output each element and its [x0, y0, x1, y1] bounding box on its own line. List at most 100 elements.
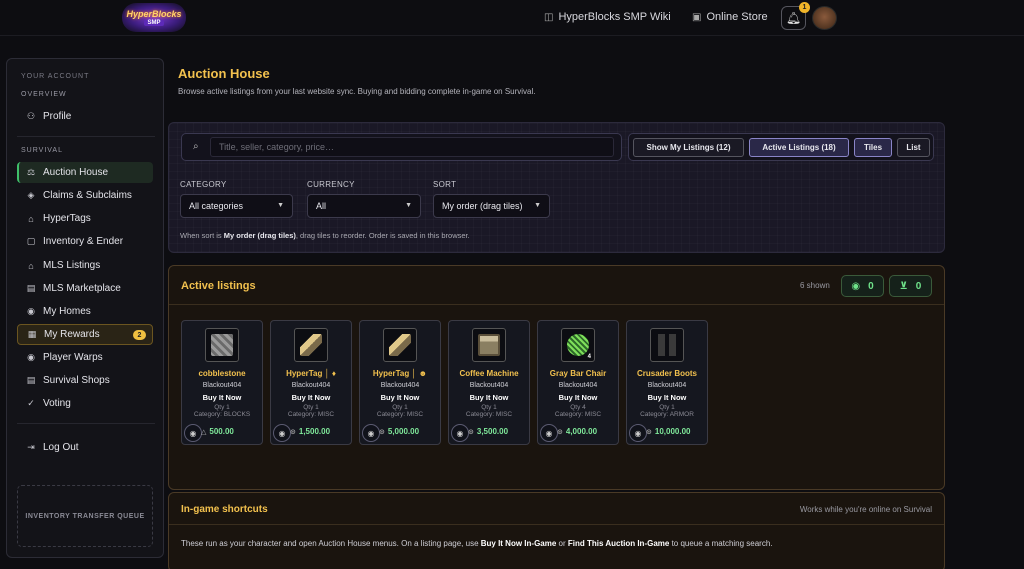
in-game-shortcuts-panel: In-game shortcuts Works while you're onl…: [168, 492, 945, 569]
sort-value: My order (drag tiles): [442, 201, 523, 211]
item-thumbnail: [205, 328, 239, 362]
box-icon: ▢: [26, 236, 36, 246]
logout-button[interactable]: ⇥ Log Out: [17, 437, 153, 458]
active-listings-button[interactable]: Active Listings (18): [749, 138, 849, 157]
eye-icon: ◉: [367, 428, 375, 438]
sidebar-item-label: MLS Listings: [43, 260, 101, 271]
item-sale-mode: Buy It Now: [202, 393, 242, 402]
sidebar-item-label: Inventory & Ender: [43, 236, 124, 247]
sidebar-item-claims[interactable]: ◈ Claims & Subclaims: [17, 185, 153, 206]
cart-button[interactable]: ⊻ 0: [889, 275, 932, 297]
watch-item-button[interactable]: ◉: [273, 424, 291, 442]
watch-item-button[interactable]: ◉: [362, 424, 380, 442]
item-qty: Qty 1: [481, 404, 497, 411]
category-select[interactable]: All categories ▼: [180, 194, 293, 218]
item-price-value: 4,000.00: [565, 427, 598, 436]
search-icon: ⌕: [193, 141, 199, 152]
item-seller: Blackout404: [380, 382, 420, 389]
item-seller: Blackout404: [202, 382, 242, 389]
search-input[interactable]: [210, 137, 614, 157]
sidebar-item-voting[interactable]: ✓ Voting: [17, 393, 153, 414]
gavel-icon: ⚖: [26, 167, 36, 177]
item-seller: Blackout404: [558, 382, 598, 389]
shortcuts-title: In-game shortcuts: [181, 504, 268, 515]
rewards-badge: 2: [133, 330, 146, 340]
listing-card[interactable]: Coffee Machine Blackout404 Buy It Now Qt…: [448, 320, 530, 445]
sidebar-item-label: Profile: [43, 111, 72, 122]
currency-icon: ⊙: [468, 429, 474, 436]
chevron-down-icon: ▼: [405, 202, 412, 209]
buy-it-now-in-game-text: Buy It Now In-Game: [480, 539, 557, 548]
page-title: Auction House: [178, 66, 270, 81]
item-category: Qty 1 Category: MISC: [360, 404, 440, 418]
listing-card[interactable]: Crusader Boots Blackout404 Buy It Now Qt…: [626, 320, 708, 445]
tiles-view-button[interactable]: Tiles: [854, 138, 892, 157]
store-icon: ▣: [692, 11, 702, 23]
item-name: HyperTag │ ♦: [286, 369, 336, 378]
sidebar-item-label: Voting: [43, 398, 71, 409]
store-link[interactable]: ▣ Online Store: [692, 11, 768, 23]
currency-icon: ⊙: [290, 429, 296, 436]
watch-item-button[interactable]: ◉: [184, 424, 202, 442]
top-bar: HyperBlocks SMP ◫ HyperBlocks SMP Wiki ▣…: [0, 0, 1024, 36]
name-tag-icon: [300, 334, 322, 356]
item-category-text: Category: MISC: [465, 411, 513, 418]
item-qty: Qty 1: [392, 404, 408, 411]
eye-icon: ◉: [189, 428, 197, 438]
sidebar-item-mls-marketplace[interactable]: ▤ MLS Marketplace: [17, 278, 153, 299]
bell-icon: 🔔︎: [785, 11, 802, 25]
wiki-link[interactable]: ◫ HyperBlocks SMP Wiki: [544, 11, 671, 23]
sort-note-suffix: , drag tiles to reorder. Order is saved …: [295, 231, 470, 240]
item-seller: Blackout404: [469, 382, 509, 389]
watch-item-button[interactable]: ◉: [540, 424, 558, 442]
item-thumbnail: [650, 328, 684, 362]
item-price-value: 5,000.00: [387, 427, 420, 436]
sidebar-item-my-homes[interactable]: ◉ My Homes: [17, 301, 153, 322]
listing-card[interactable]: HyperTag │ ☻ Blackout404 Buy It Now Qty …: [359, 320, 441, 445]
view-button-group: Show My Listings (12) Active Listings (1…: [628, 133, 934, 161]
site-logo[interactable]: HyperBlocks SMP: [122, 3, 186, 32]
item-category-text: Category: MISC: [287, 411, 335, 418]
sidebar-item-inventory[interactable]: ▢ Inventory & Ender: [17, 231, 153, 252]
item-qty: Qty 1: [303, 404, 319, 411]
sidebar-item-player-warps[interactable]: ◉ Player Warps: [17, 347, 153, 368]
sort-note-bold: My order (drag tiles): [223, 231, 296, 240]
sidebar-item-hypertags[interactable]: ⌂ HyperTags: [17, 208, 153, 229]
currency-value: All: [316, 201, 327, 211]
sidebar-item-my-rewards[interactable]: ▦ My Rewards 2: [17, 324, 153, 345]
user-avatar[interactable]: [812, 6, 837, 30]
sidebar-item-label: Claims & Subclaims: [43, 190, 132, 201]
shortcuts-hint: Works while you're online on Survival: [799, 505, 932, 514]
watchlist-button[interactable]: ◉ 0: [841, 275, 884, 297]
divider: [17, 423, 155, 424]
listing-card[interactable]: cobblestone Blackout404 Buy It Now Qty 1…: [181, 320, 263, 445]
sort-select[interactable]: My order (drag tiles) ▼: [433, 194, 550, 218]
watch-item-button[interactable]: ◉: [629, 424, 647, 442]
sidebar-item-profile[interactable]: ⚇ Profile: [17, 106, 153, 127]
sidebar-item-survival-shops[interactable]: ▤ Survival Shops: [17, 370, 153, 391]
wiki-link-label: HyperBlocks SMP Wiki: [558, 11, 671, 23]
sidebar-item-label: My Homes: [43, 306, 91, 317]
item-category: Qty 1 Category: MISC: [271, 404, 351, 418]
inventory-transfer-queue[interactable]: INVENTORY TRANSFER QUEUE: [17, 485, 153, 547]
chair-icon: [567, 334, 589, 356]
page-subtitle: Browse active listings from your last we…: [178, 87, 536, 96]
show-my-listings-button[interactable]: Show My Listings (12): [633, 138, 744, 157]
sidebar-item-mls-listings[interactable]: ⌂ MLS Listings: [17, 255, 153, 276]
chevron-down-icon: ▼: [534, 202, 541, 209]
item-name: HyperTag │ ☻: [372, 369, 428, 378]
sidebar-item-auction-house[interactable]: ⚖ Auction House: [17, 162, 153, 183]
tag-icon: ⌂: [28, 260, 34, 271]
currency-select[interactable]: All ▼: [307, 194, 421, 218]
watch-item-button[interactable]: ◉: [451, 424, 469, 442]
list-view-button[interactable]: List: [897, 138, 930, 157]
item-name: cobblestone: [198, 369, 246, 378]
listing-card[interactable]: 4 Gray Bar Chair Blackout404 Buy It Now …: [537, 320, 619, 445]
map-pin-icon: ◉: [27, 352, 35, 362]
logout-icon: ⇥: [27, 442, 35, 452]
currency-icon: ⊙: [379, 429, 385, 436]
shortcuts-header: In-game shortcuts Works while you're onl…: [169, 493, 944, 525]
currency-icon: ⊙: [557, 429, 563, 436]
category-value: All categories: [189, 201, 244, 211]
listing-card[interactable]: HyperTag │ ♦ Blackout404 Buy It Now Qty …: [270, 320, 352, 445]
